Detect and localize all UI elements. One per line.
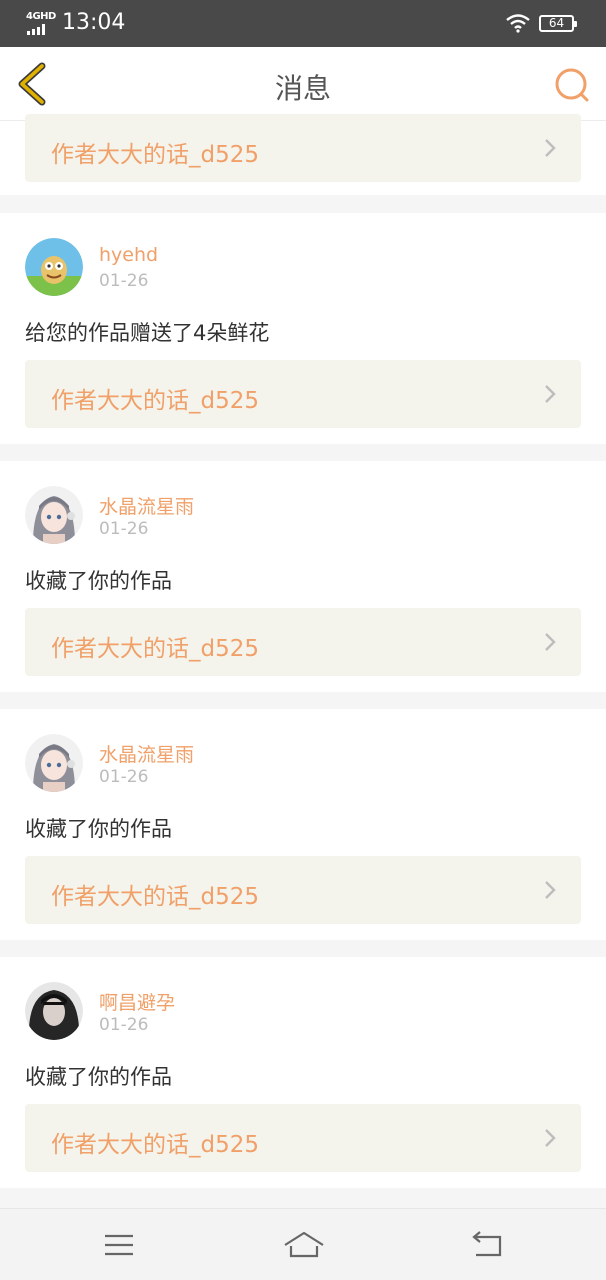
wifi-icon: [506, 14, 530, 33]
work-link[interactable]: 作者大大的话_d525: [25, 360, 581, 428]
header-bar: 消息: [0, 47, 606, 121]
username[interactable]: 啊昌避孕: [99, 988, 175, 1015]
username[interactable]: hyehd: [99, 244, 158, 266]
message-text: 收藏了你的作品: [25, 569, 172, 593]
search-icon[interactable]: [551, 66, 591, 104]
message-text: 收藏了你的作品: [25, 1065, 172, 1089]
chevron-right-icon: [545, 139, 556, 157]
home-icon[interactable]: [283, 1229, 325, 1261]
status-bar: 4GHD 13:04 64: [0, 0, 606, 47]
avatar[interactable]: [25, 982, 83, 1040]
chevron-right-icon: [545, 385, 556, 403]
message-date: 01-26: [99, 1015, 149, 1035]
work-title: 作者大大的话_d525: [51, 636, 259, 662]
message-text: 给您的作品赠送了4朵鲜花: [25, 321, 270, 345]
clock: 13:04: [62, 10, 126, 35]
battery-level: 64: [548, 16, 565, 30]
message-card: 水晶流星雨 01-26 收藏了你的作品 作者大大的话_d525: [0, 709, 606, 940]
user-row: 啊昌避孕 01-26: [25, 982, 525, 1042]
battery-icon: 64: [539, 15, 577, 32]
username[interactable]: 水晶流星雨: [99, 492, 194, 519]
avatar[interactable]: [25, 734, 83, 792]
message-card: 啊昌避孕 01-26 收藏了你的作品 作者大大的话_d525: [0, 957, 606, 1188]
chevron-right-icon: [545, 1129, 556, 1147]
back-arrow-icon[interactable]: [470, 1229, 506, 1261]
work-title: 作者大大的话_d525: [51, 884, 259, 910]
message-date: 01-26: [99, 767, 149, 787]
message-date: 01-26: [99, 519, 149, 539]
avatar[interactable]: [25, 486, 83, 544]
system-nav-bar: [0, 1208, 606, 1280]
work-title: 作者大大的话_d525: [51, 142, 259, 168]
user-row: 水晶流星雨 01-26: [25, 734, 525, 794]
message-text: 收藏了你的作品: [25, 817, 172, 841]
work-link[interactable]: 作者大大的话_d525: [25, 114, 581, 182]
user-row: 水晶流星雨 01-26: [25, 486, 525, 546]
work-title: 作者大大的话_d525: [51, 388, 259, 414]
username[interactable]: 水晶流星雨: [99, 740, 194, 767]
page-title: 消息: [274, 72, 331, 105]
chevron-right-icon: [545, 633, 556, 651]
work-link[interactable]: 作者大大的话_d525: [25, 856, 581, 924]
work-title: 作者大大的话_d525: [51, 1132, 259, 1158]
avatar[interactable]: [25, 238, 83, 296]
message-card: 水晶流星雨 01-26 收藏了你的作品 作者大大的话_d525: [0, 461, 606, 692]
chevron-right-icon: [545, 881, 556, 899]
network-type: 4GHD: [26, 11, 56, 22]
work-link[interactable]: 作者大大的话_d525: [25, 608, 581, 676]
message-card: hyehd 01-26 给您的作品赠送了4朵鲜花 作者大大的话_d525: [0, 213, 606, 444]
message-card-partial: 作者大大的话_d525: [0, 114, 606, 195]
user-row: hyehd 01-26: [25, 238, 525, 298]
message-date: 01-26: [99, 271, 149, 291]
signal-icon: 4GHD: [26, 11, 56, 35]
work-link[interactable]: 作者大大的话_d525: [25, 1104, 581, 1172]
menu-icon[interactable]: [101, 1229, 137, 1261]
